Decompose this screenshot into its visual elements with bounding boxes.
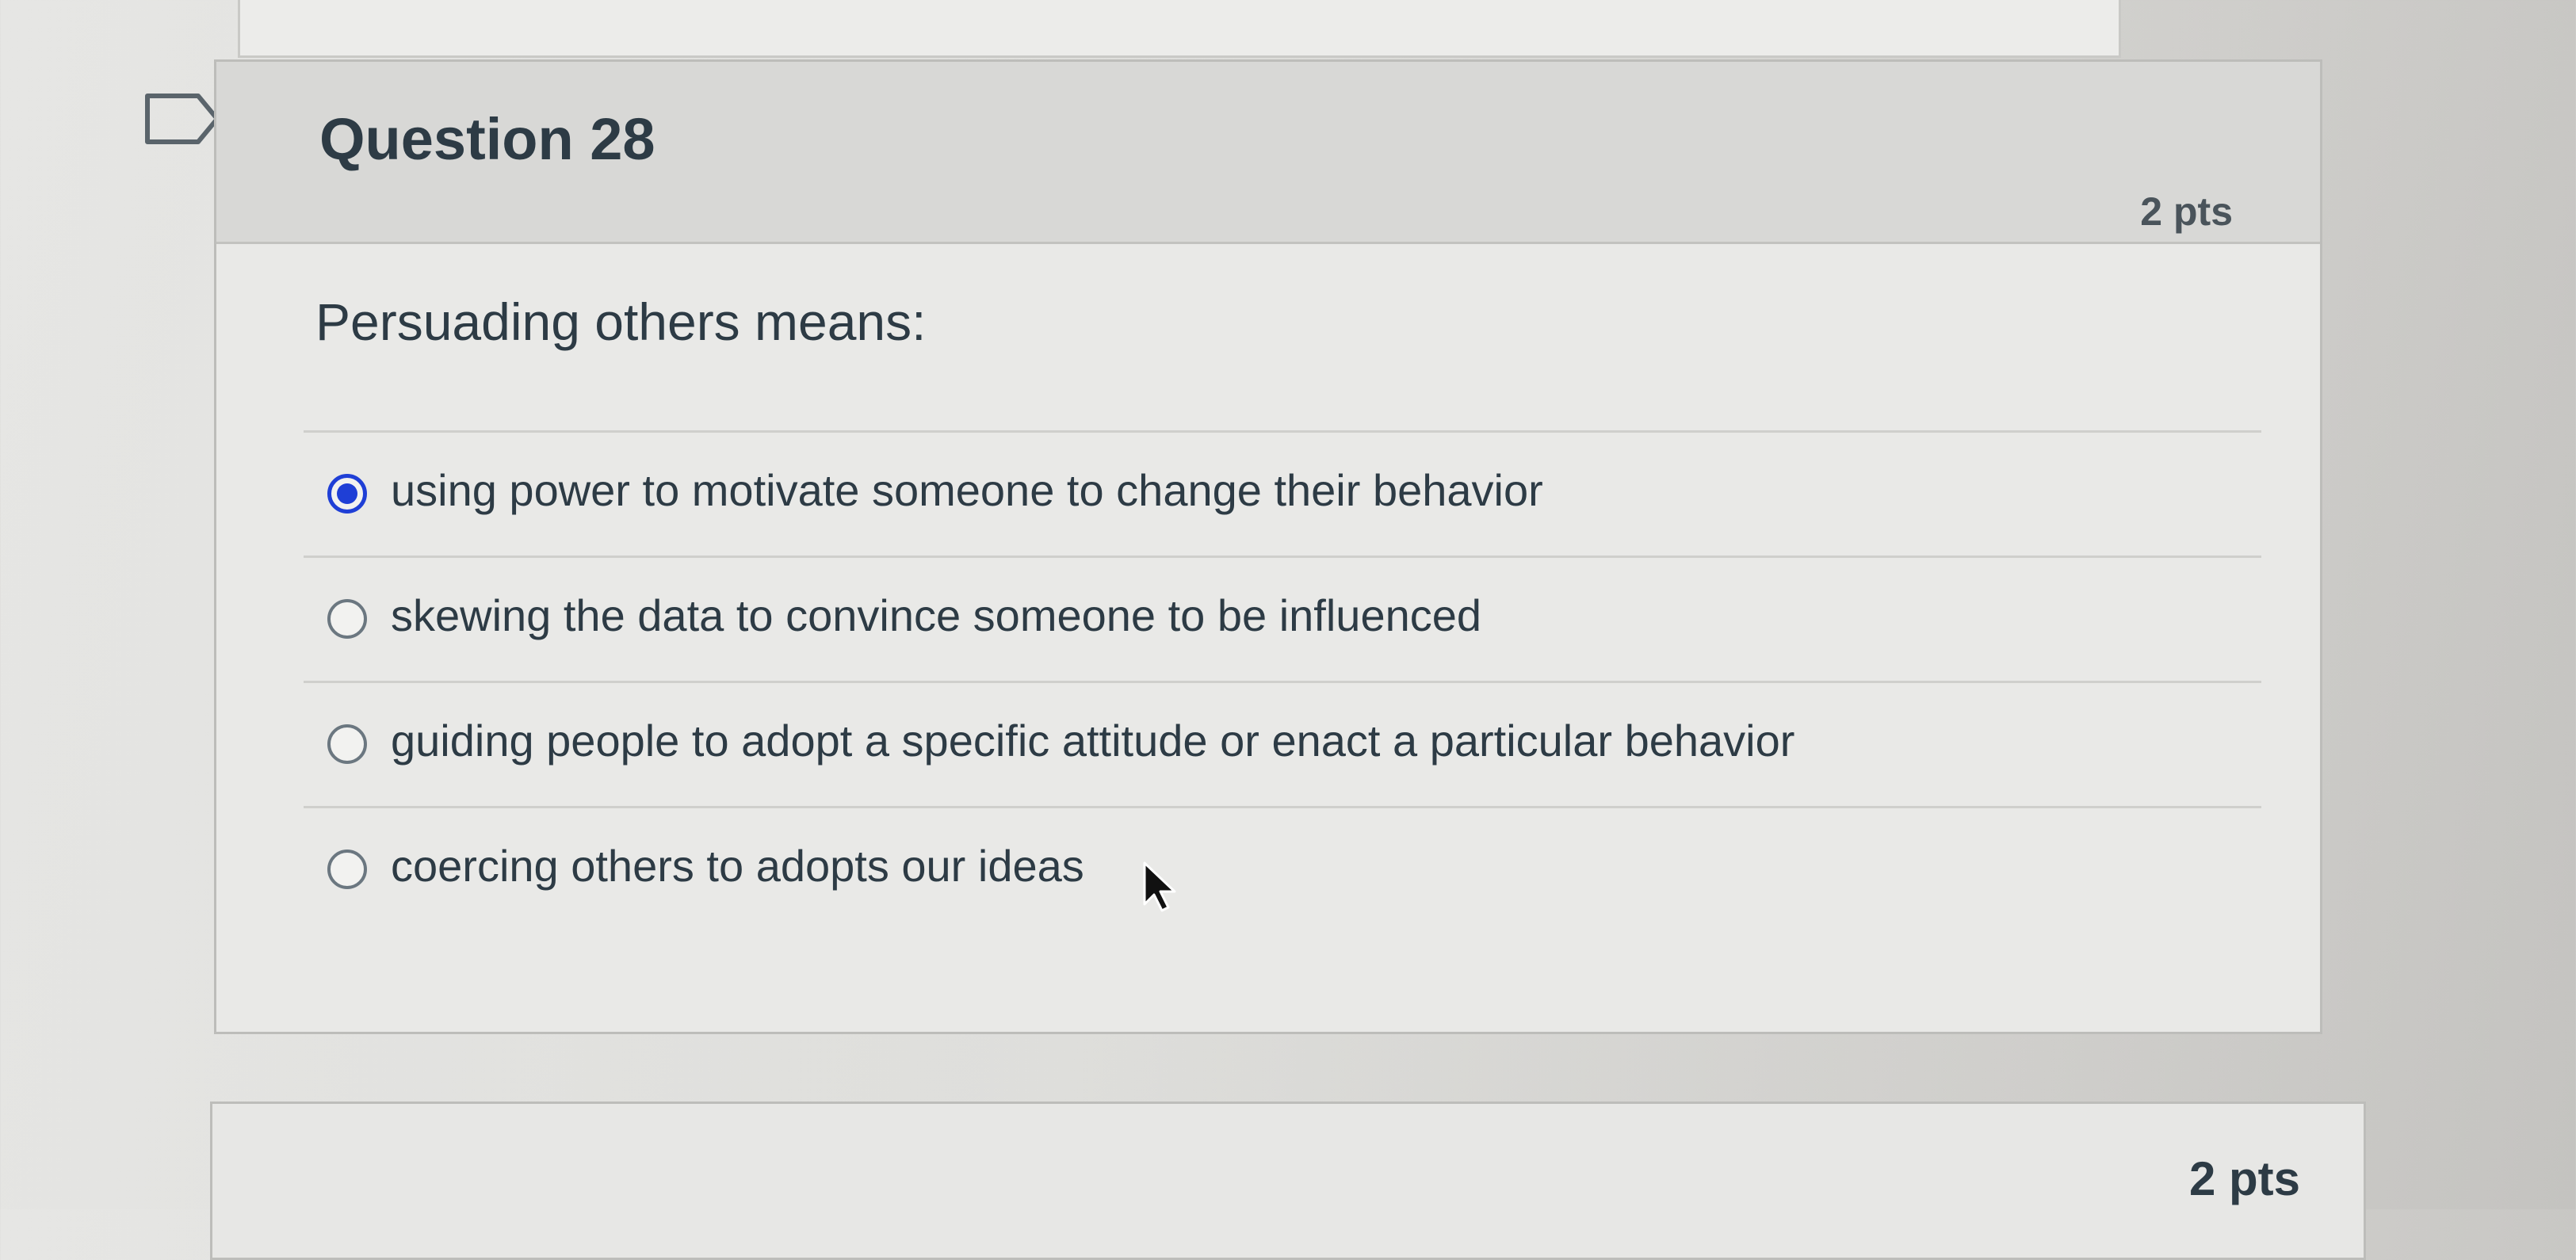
answer-option[interactable]: using power to motivate someone to chang… [304,430,2261,556]
question-card: Question 28 2 pts Persuading others mean… [214,59,2322,1034]
answer-label[interactable]: guiding people to adopt a specific attit… [391,715,1794,766]
radio-button-selected[interactable] [327,474,367,514]
answer-label[interactable]: skewing the data to convince someone to … [391,590,1481,641]
answer-option[interactable]: coercing others to adopts our ideas [304,806,2261,931]
radio-button[interactable] [327,724,367,764]
answer-option[interactable]: skewing the data to convince someone to … [304,556,2261,681]
answer-option[interactable]: guiding people to adopt a specific attit… [304,681,2261,806]
answer-list: using power to motivate someone to chang… [304,430,2261,931]
radio-button[interactable] [327,850,367,889]
next-question-card: 2 pts [210,1102,2366,1260]
previous-question-card [238,0,2121,58]
question-prompt: Persuading others means: [315,292,927,351]
answer-label[interactable]: using power to motivate someone to chang… [391,464,1543,516]
radio-button[interactable] [327,599,367,639]
question-header: Question 28 2 pts [216,62,2320,244]
question-points: 2 pts [2140,189,2233,234]
flag-icon[interactable] [143,91,222,147]
answer-label[interactable]: coercing others to adopts our ideas [391,840,1084,892]
mouse-pointer-icon [1143,861,1176,912]
next-question-points: 2 pts [2188,1152,2300,1205]
question-title: Question 28 [319,106,655,172]
